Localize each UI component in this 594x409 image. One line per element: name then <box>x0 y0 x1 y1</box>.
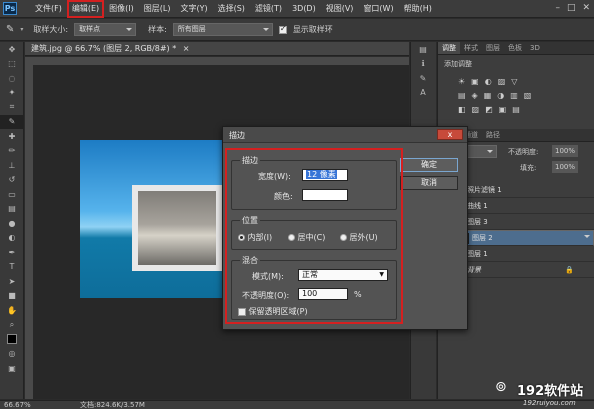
eraser-tool-icon[interactable]: ▭ <box>0 187 24 202</box>
gradient-tool-icon[interactable]: ▤ <box>0 202 24 217</box>
hand-tool-icon[interactable]: ✋ <box>0 303 24 318</box>
menu-file[interactable]: 文件(F) <box>30 0 67 18</box>
menu-layer[interactable]: 图层(L) <box>139 0 176 18</box>
dialog-title: 描边 <box>229 131 245 140</box>
pen-tool-icon[interactable]: ✒ <box>0 245 24 260</box>
quick-mask-icon[interactable]: ◎ <box>0 347 24 362</box>
brush-panel-icon[interactable]: ✎ <box>411 71 435 86</box>
dialog-titlebar: 描边 x <box>223 127 467 143</box>
document-size: 文档:824.6K/3.57M <box>80 401 145 409</box>
sample-size-select[interactable]: 取样点 <box>74 23 137 36</box>
menu-window[interactable]: 窗口(W) <box>358 0 398 18</box>
maximize-button[interactable]: □ <box>567 3 576 13</box>
watermark-text: 192软件站 <box>517 384 584 399</box>
lasso-tool-icon[interactable]: ◌ <box>0 71 24 86</box>
ruler-vertical <box>25 65 33 399</box>
path-select-icon[interactable]: ➤ <box>0 274 24 289</box>
zoom-level[interactable]: 66.67% <box>4 401 31 409</box>
show-ring-label: 显示取样环 <box>292 25 333 34</box>
adjustments-tabs: 调整 样式 图层 色板 3D <box>438 42 594 55</box>
tab-styles[interactable]: 样式 <box>460 42 482 54</box>
fill-field[interactable]: 100% <box>552 161 579 173</box>
menu-bar: Ps 文件(F) 编辑(E) 图像(I) 图层(L) 文字(Y) 选择(S) 滤… <box>0 0 594 18</box>
document-title: 建筑.jpg @ 66.7% (图层 2, RGB/8#) * <box>31 44 177 53</box>
tab-close-icon[interactable]: × <box>179 44 190 53</box>
tool-preset-dropdown[interactable]: ▾ <box>20 26 23 33</box>
zoom-tool-icon[interactable]: ⌕ <box>0 318 24 333</box>
ruler-horizontal <box>25 57 409 65</box>
menu-type[interactable]: 文字(Y) <box>175 0 212 18</box>
tab-adjustments[interactable]: 调整 <box>438 42 460 54</box>
color-swatches-icon[interactable] <box>0 332 24 347</box>
blur-tool-icon[interactable]: ● <box>0 216 24 231</box>
opacity-label: 不透明度: <box>508 148 539 156</box>
window-controls: – □ ✕ <box>555 3 590 13</box>
menu-edit[interactable]: 编辑(E) <box>66 0 105 18</box>
eyedropper-icon[interactable]: ✎ <box>0 114 24 129</box>
healing-brush-icon[interactable]: ✚ <box>0 129 24 144</box>
shape-tool-icon[interactable]: ■ <box>0 289 24 304</box>
lock-icon: 🔒 <box>565 265 574 274</box>
menu-items: 文件(F) 编辑(E) 图像(I) 图层(L) 文字(Y) 选择(S) 滤镜(T… <box>30 0 437 18</box>
crop-tool-icon[interactable]: ⌗ <box>0 100 24 115</box>
clone-stamp-icon[interactable]: ⊥ <box>0 158 24 173</box>
marquee-tool-icon[interactable]: ⬚ <box>0 57 24 72</box>
sample-select[interactable]: 所有图层 <box>172 23 273 36</box>
framed-layer-image <box>132 185 222 271</box>
watermark-logo-icon: ⊚ <box>495 379 507 395</box>
character-panel-icon[interactable]: A <box>411 86 435 101</box>
opacity-field[interactable]: 100% <box>552 145 579 157</box>
show-ring-checkbox[interactable] <box>278 24 287 34</box>
quick-select-tool-icon[interactable]: ✦ <box>0 86 24 101</box>
watermark-url: 192ruiyou.com <box>523 399 576 407</box>
tools-panel: ✥ ⬚ ◌ ✦ ⌗ ✎ ✚ ✏ ⊥ ↺ ▭ ▤ ● ◐ ✒ T ➤ ■ ✋ ⌕ … <box>0 42 24 399</box>
brush-tool-icon[interactable]: ✏ <box>0 144 24 159</box>
adjustment-icons: ☀▣◐▨▽ ▤◈▦◑▥▧ ◧▨◩▣▤ <box>458 77 538 114</box>
history-brush-icon[interactable]: ↺ <box>0 173 24 188</box>
cancel-button[interactable]: 取消 <box>400 176 458 190</box>
menu-image[interactable]: 图像(I) <box>104 0 139 18</box>
menu-3d[interactable]: 3D(D) <box>287 0 321 18</box>
dialog-close-button[interactable]: x <box>437 129 463 140</box>
site-watermark: ⊚ 192软件站 192ruiyou.com <box>495 376 594 409</box>
tab-swatches[interactable]: 色板 <box>504 42 526 54</box>
eyedropper-tool-icon[interactable]: ✎ <box>6 24 14 35</box>
minimize-button[interactable]: – <box>555 3 560 13</box>
document-tab[interactable]: 建筑.jpg @ 66.7% (图层 2, RGB/8#) * × <box>25 42 409 56</box>
tab-paths[interactable]: 路径 <box>482 129 504 141</box>
move-tool-icon[interactable]: ✥ <box>0 42 24 57</box>
options-bar: ✎ ▾ 取样大小: 取样点 样本: 所有图层 显示取样环 <box>0 19 594 41</box>
adjustments-title: 添加调整 <box>444 60 472 68</box>
sample-label: 样本: <box>148 25 167 34</box>
menu-select[interactable]: 选择(S) <box>213 0 250 18</box>
sydney-opera-house-image <box>138 191 216 265</box>
close-button[interactable]: ✕ <box>582 3 590 13</box>
dodge-tool-icon[interactable]: ◐ <box>0 231 24 246</box>
menu-view[interactable]: 视图(V) <box>321 0 359 18</box>
tab-3d[interactable]: 3D <box>526 42 544 54</box>
info-panel-icon[interactable]: ℹ <box>411 57 435 72</box>
menu-help[interactable]: 帮助(H) <box>399 0 437 18</box>
history-panel-icon[interactable]: ▤ <box>411 42 435 57</box>
tab-layers-mini[interactable]: 图层 <box>482 42 504 54</box>
fill-label: 填充: <box>520 164 537 172</box>
screen-mode-icon[interactable]: ▣ <box>0 361 24 376</box>
sample-size-label: 取样大小: <box>33 25 69 34</box>
ok-button[interactable]: 确定 <box>400 158 458 172</box>
type-tool-icon[interactable]: T <box>0 260 24 275</box>
annotation-highlight-box <box>225 148 403 324</box>
menu-filter[interactable]: 滤镜(T) <box>250 0 287 18</box>
photoshop-logo: Ps <box>3 2 17 15</box>
